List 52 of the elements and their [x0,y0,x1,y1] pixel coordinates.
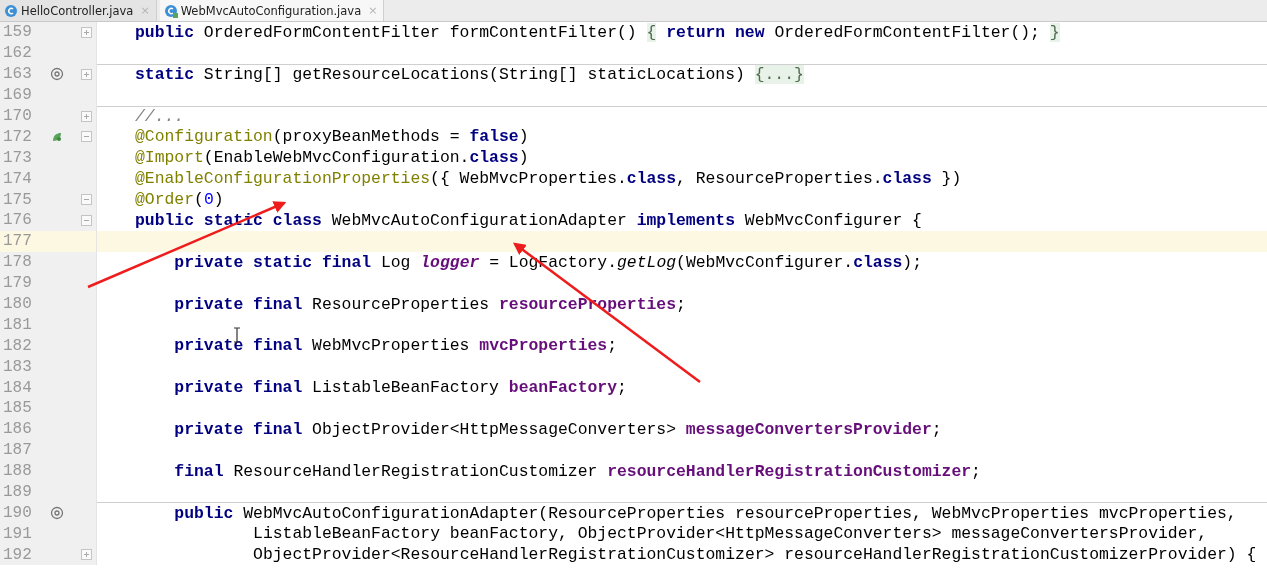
line-number: 162 [2,44,33,63]
editor-tab[interactable]: HelloController.java × [0,0,157,21]
line-number: 169 [2,86,33,105]
line-number: 189 [2,483,33,502]
code-line: @EnableConfigurationProperties({ WebMvcProperties.class, ResourceProperties.class }) [134,168,963,190]
line-number: 172 [2,127,33,146]
bean-icon[interactable] [51,130,63,143]
line-number: 179 [2,274,33,293]
code-line: final ResourceHandlerRegistrationCustomizer resourceHandlerRegistrationCustomizer; [173,460,982,482]
code-line: ObjectProvider<ResourceHandlerRegistrationCustomizer> resourceHandlerRegistrationCustomizerProvider) { [252,544,1258,566]
line-number: 183 [2,357,33,376]
collapse-fold-icon[interactable] [80,214,92,226]
line-number: 190 [2,503,33,522]
line-number: 170 [2,107,33,125]
class-icon [4,3,18,18]
line-number: 181 [2,315,33,334]
line-number: 159 [2,23,33,42]
code-line: public WebMvcAutoConfigurationAdapter(ResourceProperties resourceProperties, WebMvcProperties mvcProperties, [97,502,1267,524]
code-line: public OrderedFormContentFilter formContentFilter() { return new OrderedFormContentFilter(); } [134,22,1061,43]
line-number: 174 [2,169,33,188]
line-number: 185 [2,399,33,418]
collapse-fold-icon[interactable] [80,194,92,206]
class-icon [163,3,178,18]
code-line: static String[] getResourceLocations(String[] staticLocations) {...} [97,63,1267,85]
expand-fold-icon[interactable] [80,68,92,80]
line-number: 175 [2,190,33,209]
code-line: private final ListableBeanFactory beanFactory; [173,377,628,399]
collapse-fold-icon[interactable] [80,131,92,143]
code-line: private final ObjectProvider<HttpMessageConverters> messageConvertersProvider; [173,418,943,440]
line-number: 184 [2,378,33,397]
expand-fold-icon[interactable] [80,549,92,561]
line-number: 186 [2,420,33,439]
code-line: @Configuration(proxyBeanMethods = false) [134,126,530,148]
line-number: 180 [2,295,33,313]
editor-tab[interactable]: WebMvcAutoConfiguration.java × [159,0,385,21]
line-number: 192 [2,545,33,564]
line-number: 182 [2,336,33,355]
line-number: 188 [2,462,33,481]
line-number: 177 [2,232,33,251]
line-number: 191 [2,524,33,543]
code-line: private final WebMvcProperties mvcProperties; [173,335,618,357]
line-number: 176 [2,211,33,230]
code-line: @Order(0) [134,189,225,210]
expand-fold-icon[interactable] [80,110,92,122]
line-number: 178 [2,253,33,272]
code-line: @Import(EnableWebMvcConfiguration.class) [134,147,530,169]
line-number: 173 [2,148,33,167]
line-number: 163 [2,65,33,84]
expand-fold-icon[interactable] [80,26,92,38]
code-line: ListableBeanFactory beanFactory, ObjectProvider<HttpMessageConverters> messageConvertersProvider, [252,523,1209,545]
code-line: //... [97,105,1267,127]
line-number: 187 [2,441,33,460]
